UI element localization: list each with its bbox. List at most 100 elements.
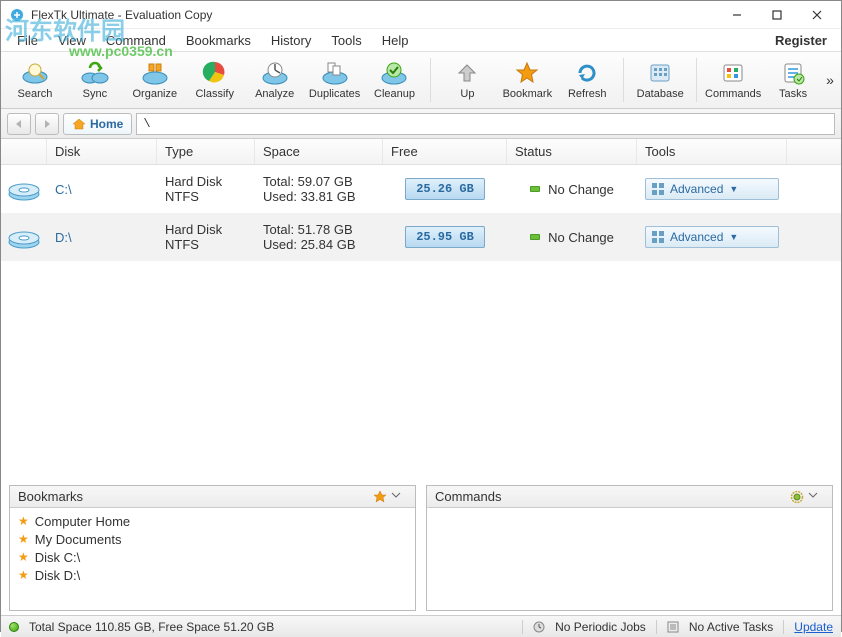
- search-button[interactable]: Search: [7, 53, 63, 107]
- disk-fs: NTFS: [165, 189, 247, 204]
- minimize-button[interactable]: [717, 1, 757, 29]
- header-disk[interactable]: Disk: [47, 139, 157, 164]
- navigation-bar: Home: [1, 109, 841, 139]
- header-status[interactable]: Status: [507, 139, 637, 164]
- bookmark-item[interactable]: ★Disk C:\: [18, 548, 407, 566]
- status-indicator-icon: [530, 234, 540, 240]
- duplicates-button[interactable]: Duplicates: [307, 53, 363, 107]
- organize-button[interactable]: Organize: [127, 53, 183, 107]
- star-icon[interactable]: [373, 490, 389, 504]
- organize-label: Organize: [132, 88, 177, 100]
- database-button[interactable]: Database: [632, 53, 688, 107]
- commands-panel: Commands: [426, 485, 833, 611]
- bookmark-item[interactable]: ★Computer Home: [18, 512, 407, 530]
- nav-back-button[interactable]: [7, 113, 31, 135]
- bookmark-item[interactable]: ★My Documents: [18, 530, 407, 548]
- bookmark-star-icon: [513, 60, 541, 86]
- app-icon: [9, 7, 25, 23]
- disk-type: Hard Disk: [165, 222, 247, 237]
- status-led-icon: [9, 622, 19, 632]
- refresh-label: Refresh: [568, 88, 607, 100]
- menu-help[interactable]: Help: [372, 31, 419, 50]
- toolbar-separator: [430, 58, 431, 102]
- bookmark-label: Bookmark: [503, 88, 553, 100]
- cleanup-button[interactable]: Cleanup: [367, 53, 423, 107]
- home-label: Home: [90, 117, 123, 131]
- bookmarks-header: Bookmarks: [10, 486, 415, 508]
- disk-name-link[interactable]: D:\: [55, 230, 149, 245]
- menu-file[interactable]: File: [7, 31, 48, 50]
- header-type[interactable]: Type: [157, 139, 255, 164]
- star-icon: ★: [18, 568, 29, 582]
- status-summary: Total Space 110.85 GB, Free Space 51.20 …: [29, 620, 274, 634]
- bookmark-item[interactable]: ★ Disk D:\: [18, 566, 407, 584]
- menu-register[interactable]: Register: [765, 31, 835, 50]
- bookmarks-panel: Bookmarks ★Computer Home ★My Documents ★…: [9, 485, 416, 611]
- classify-label: Classify: [195, 88, 234, 100]
- classify-icon: [201, 60, 229, 86]
- up-button[interactable]: Up: [439, 53, 495, 107]
- path-input[interactable]: [136, 113, 835, 135]
- menu-history[interactable]: History: [261, 31, 321, 50]
- database-icon: [646, 60, 674, 86]
- advanced-label: Advanced: [670, 182, 723, 196]
- commands-button[interactable]: Commands: [705, 53, 761, 107]
- disk-free-badge: 25.95 GB: [405, 226, 485, 248]
- bookmark-button[interactable]: Bookmark: [499, 53, 555, 107]
- grid-icon: [652, 231, 664, 243]
- chevron-down-icon[interactable]: [808, 490, 824, 504]
- tasks-label: Tasks: [779, 88, 807, 100]
- up-label: Up: [460, 88, 474, 100]
- advanced-dropdown[interactable]: Advanced ▼: [645, 226, 779, 248]
- classify-button[interactable]: Classify: [187, 53, 243, 107]
- disk-fs: NTFS: [165, 237, 247, 252]
- disk-used: Used: 25.84 GB: [263, 237, 375, 252]
- toolbar-overflow[interactable]: »: [823, 72, 837, 88]
- commands-body: [427, 508, 832, 610]
- bookmark-label: Disk D:\: [35, 568, 81, 583]
- nav-forward-button[interactable]: [35, 113, 59, 135]
- cleanup-icon: [380, 60, 408, 86]
- chevron-down-icon: ▼: [729, 184, 738, 194]
- menu-tools[interactable]: Tools: [321, 31, 371, 50]
- analyze-button[interactable]: Analyze: [247, 53, 303, 107]
- clock-icon: [533, 621, 545, 633]
- chevron-down-icon[interactable]: [391, 490, 407, 504]
- header-free[interactable]: Free: [383, 139, 507, 164]
- title-bar: FlexTk Ultimate - Evaluation Copy: [1, 1, 841, 29]
- database-label: Database: [637, 88, 684, 100]
- close-button[interactable]: [797, 1, 837, 29]
- gear-icon[interactable]: [790, 490, 806, 504]
- disk-total: Total: 51.78 GB: [263, 222, 375, 237]
- bookmarks-body: ★Computer Home ★My Documents ★Disk C:\ ★…: [10, 508, 415, 610]
- disk-name-link[interactable]: C:\: [55, 182, 149, 197]
- header-tools[interactable]: Tools: [637, 139, 787, 164]
- sync-icon: [81, 60, 109, 86]
- disk-row[interactable]: C:\ Hard DiskNTFS Total: 59.07 GBUsed: 3…: [1, 165, 841, 213]
- bookmark-label: Disk C:\: [35, 550, 81, 565]
- bookmarks-title: Bookmarks: [18, 489, 83, 504]
- header-space[interactable]: Space: [255, 139, 383, 164]
- refresh-button[interactable]: Refresh: [559, 53, 615, 107]
- menu-view[interactable]: View: [48, 31, 96, 50]
- tasks-button[interactable]: Tasks: [765, 53, 821, 107]
- update-link[interactable]: Update: [794, 620, 833, 634]
- status-tasks: No Active Tasks: [689, 620, 773, 634]
- sync-button[interactable]: Sync: [67, 53, 123, 107]
- home-icon: [72, 118, 86, 130]
- disk-used: Used: 33.81 GB: [263, 189, 375, 204]
- maximize-button[interactable]: [757, 1, 797, 29]
- menu-command[interactable]: Command: [96, 31, 176, 50]
- advanced-label: Advanced: [670, 230, 723, 244]
- nav-home-button[interactable]: Home: [63, 113, 132, 135]
- analyze-icon: [261, 60, 289, 86]
- advanced-dropdown[interactable]: Advanced ▼: [645, 178, 779, 200]
- menu-bookmarks[interactable]: Bookmarks: [176, 31, 261, 50]
- commands-title: Commands: [435, 489, 501, 504]
- disk-row[interactable]: D:\ Hard DiskNTFS Total: 51.78 GBUsed: 2…: [1, 213, 841, 261]
- refresh-icon: [573, 60, 601, 86]
- drive-icon: [7, 176, 41, 202]
- window-title: FlexTk Ultimate - Evaluation Copy: [31, 8, 717, 22]
- disk-list: Disk Type Space Free Status Tools C:\ Ha…: [1, 139, 841, 481]
- toolbar-separator: [623, 58, 624, 102]
